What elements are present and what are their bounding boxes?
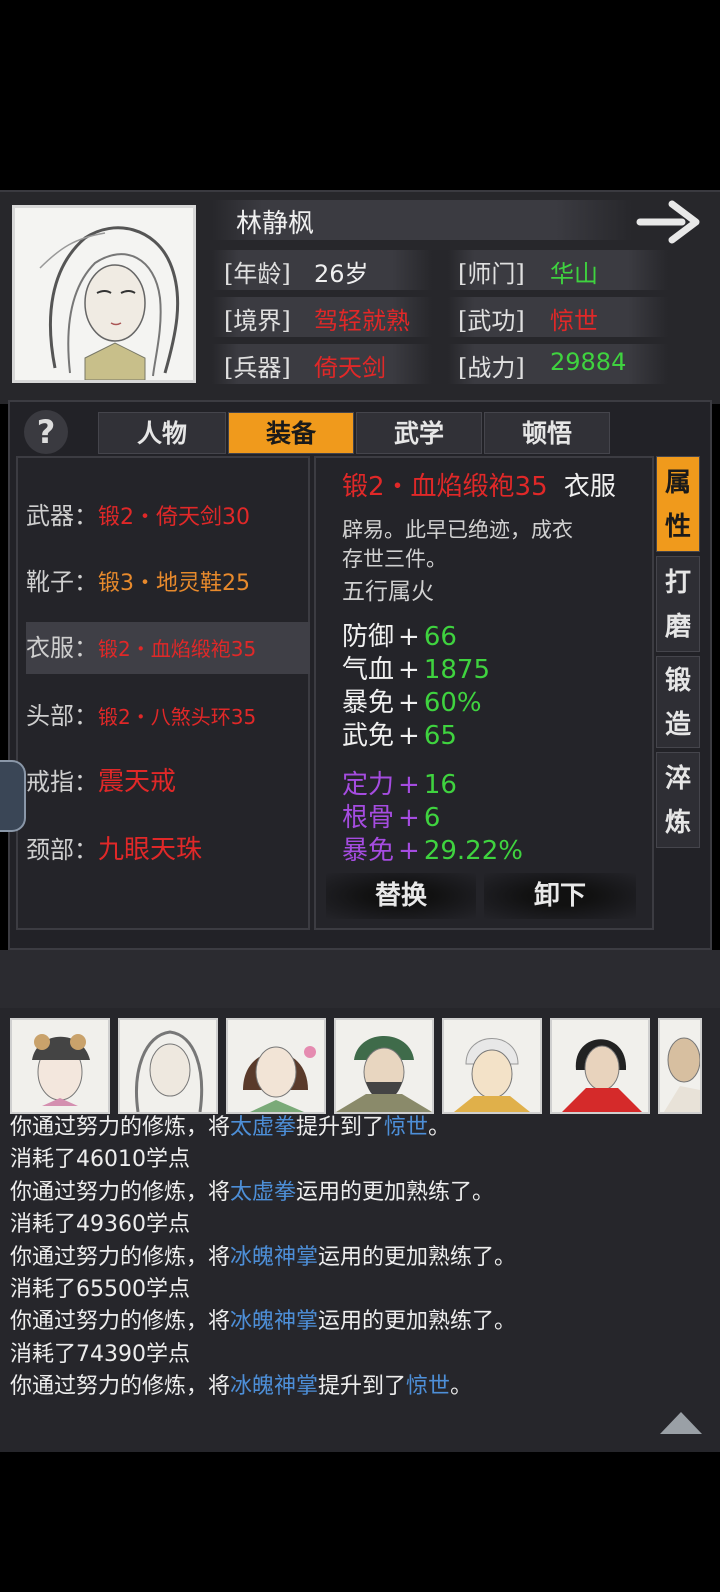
power-label: [战力] <box>458 354 525 382</box>
log-line: 你通过努力的修炼，将冰魄神掌提升到了惊世。 <box>10 1374 473 1399</box>
equip-slot-boots[interactable]: 靴子：锻3・地灵鞋25 <box>26 556 310 608</box>
weapon-label: [兵器] <box>224 354 291 382</box>
slot-item: 锻2・倚天剑30 <box>98 505 250 530</box>
tab-character[interactable]: 人物 <box>98 412 226 454</box>
replace-button[interactable]: 替换 <box>326 873 476 919</box>
slot-label: 戒指： <box>26 768 98 796</box>
base-stat: 气血 +1875 <box>342 655 490 685</box>
log-line: 消耗了49360学点 <box>10 1212 190 1237</box>
martial-label: [武功] <box>458 307 525 335</box>
tab-equipment[interactable]: 装备 <box>228 412 354 454</box>
age-value: 26岁 <box>314 260 369 288</box>
log-line: 消耗了65500学点 <box>10 1277 190 1302</box>
party-avatar[interactable] <box>334 1018 434 1114</box>
next-arrow-icon[interactable] <box>636 196 702 246</box>
help-button[interactable]: ? <box>24 410 68 454</box>
item-desc-line2: 存世三件。 <box>342 547 447 571</box>
equip-slot-clothes[interactable]: 衣服：锻2・血焰缎袍35 <box>26 622 310 674</box>
party-avatar[interactable] <box>10 1018 110 1114</box>
item-element: 五行属火 <box>342 579 434 605</box>
age-label: [年龄] <box>224 260 291 288</box>
tab-martial-arts[interactable]: 武学 <box>356 412 482 454</box>
party-avatar[interactable] <box>226 1018 326 1114</box>
item-type: 衣服 <box>563 472 616 502</box>
log-line: 消耗了74390学点 <box>10 1342 190 1367</box>
base-stat: 武免 +65 <box>342 721 457 751</box>
side-tab-temper[interactable]: 淬炼 <box>656 752 700 848</box>
realm-label: [境界] <box>224 307 291 335</box>
sect-label: [师门] <box>458 260 525 288</box>
side-tab-forge[interactable]: 锻造 <box>656 656 700 748</box>
expand-up-icon[interactable] <box>660 1412 702 1434</box>
bonus-stat: 根骨 +6 <box>342 803 441 833</box>
slot-item: 锻2・血焰缎袍35 <box>98 637 257 661</box>
log-line: 你通过努力的修炼，将太虚拳运用的更加熟练了。 <box>10 1180 495 1205</box>
party-avatar[interactable] <box>658 1018 702 1114</box>
item-name: 锻2・血焰缎袍35 <box>342 472 548 502</box>
tab-enlightenment[interactable]: 顿悟 <box>484 412 610 454</box>
log-line: 你通过努力的修炼，将冰魄神掌运用的更加熟练了。 <box>10 1309 517 1334</box>
slot-label: 衣服： <box>26 634 98 662</box>
equip-slot-ring[interactable]: 戒指：震天戒 <box>26 756 310 808</box>
item-title: 锻2・血焰缎袍35 衣服 <box>342 466 616 503</box>
log-line: 消耗了46010学点 <box>10 1147 190 1172</box>
side-drawer-handle[interactable] <box>0 760 26 832</box>
item-desc-line1: 辟易。此早已绝迹，成衣 <box>342 518 573 542</box>
slot-item: 九眼天珠 <box>98 835 203 865</box>
base-stat: 暴免 +60% <box>342 688 482 718</box>
equip-slot-neck[interactable]: 颈部：九眼天珠 <box>26 824 310 876</box>
slot-item: 锻2・八煞头环35 <box>98 705 257 729</box>
equip-slot-weapon[interactable]: 武器：锻2・倚天剑30 <box>26 490 310 542</box>
martial-value: 惊世 <box>550 307 598 335</box>
bonus-stat: 暴免 +29.22% <box>342 836 523 866</box>
slot-label: 颈部： <box>26 836 98 864</box>
party-avatar[interactable] <box>550 1018 650 1114</box>
sect-value: 华山 <box>550 260 598 288</box>
log-line: 你通过努力的修炼，将太虚拳提升到了惊世。 <box>10 1115 451 1140</box>
slot-item: 震天戒 <box>98 767 177 797</box>
party-avatar[interactable] <box>118 1018 218 1114</box>
side-tab-polish[interactable]: 打磨 <box>656 556 700 652</box>
slot-label: 武器： <box>26 502 98 530</box>
unequip-button[interactable]: 卸下 <box>484 873 636 919</box>
slot-label: 靴子： <box>26 568 98 596</box>
side-tab-attributes[interactable]: 属性 <box>656 456 700 552</box>
base-stat: 防御 +66 <box>342 622 457 652</box>
realm-value: 驾轻就熟 <box>314 307 410 335</box>
party-avatar[interactable] <box>442 1018 542 1114</box>
equip-slot-head[interactable]: 头部：锻2・八煞头环35 <box>26 690 310 742</box>
log-line: 你通过努力的修炼，将冰魄神掌运用的更加熟练了。 <box>10 1245 517 1270</box>
character-portrait <box>12 205 196 383</box>
power-value: 29884 <box>550 348 627 376</box>
weapon-value: 倚天剑 <box>314 354 386 382</box>
divider-strip <box>0 950 720 1008</box>
character-name: 林静枫 <box>236 209 315 239</box>
bonus-stat: 定力 +16 <box>342 770 457 800</box>
slot-item: 锻3・地灵鞋25 <box>98 571 250 596</box>
slot-label: 头部： <box>26 702 98 730</box>
